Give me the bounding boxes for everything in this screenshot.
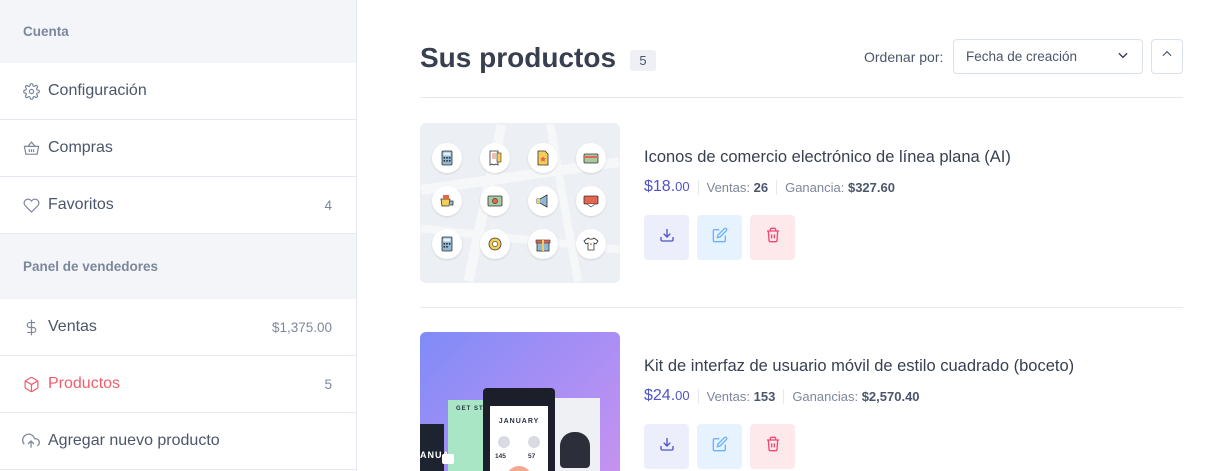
count-badge: 5 — [630, 50, 656, 71]
product-item: GET STA ANUA JANUARY 145 57 Kit de inter… — [420, 332, 1183, 471]
product-earnings: Ganancias: $2,570.40 — [783, 388, 927, 404]
download-icon — [659, 227, 675, 248]
product-title[interactable]: Iconos de comercio electrónico de línea … — [644, 148, 1011, 167]
sidebar-item-purchases[interactable]: Compras — [0, 120, 356, 177]
product-item: Iconos de comercio electrónico de línea … — [420, 123, 1183, 308]
thumb-month-text: JANUARY — [498, 418, 540, 425]
edit-icon — [712, 436, 728, 457]
sort-direction-button[interactable] — [1151, 39, 1183, 74]
chevron-down-icon — [1116, 48, 1130, 65]
sidebar-item-label: Compras — [48, 139, 113, 156]
sales-label: Ventas: — [706, 388, 750, 404]
main-content: Sus productos 5 Ordenar por: Fecha de cr… — [420, 0, 1183, 471]
sort-select-value: Fecha de creación — [966, 49, 1078, 64]
price-cents: 00 — [675, 179, 690, 194]
earnings-value: $2,570.40 — [861, 388, 920, 404]
earnings-value: $327.60 — [847, 179, 895, 195]
product-actions — [644, 424, 795, 469]
download-icon — [659, 436, 675, 457]
favorites-count: 4 — [324, 197, 332, 213]
sales-value: 153 — [753, 388, 776, 404]
price-main: $18. — [644, 178, 676, 195]
product-earnings: Ganancia: $327.60 — [776, 179, 903, 195]
account-heading: Cuenta — [0, 0, 356, 63]
earnings-label: Ganancia: — [785, 179, 845, 195]
edit-button[interactable] — [697, 424, 742, 469]
edit-button[interactable] — [697, 215, 742, 260]
price-cents: 00 — [675, 388, 690, 403]
sidebar-item-label: Favoritos — [48, 196, 114, 213]
sort-label: Ordenar por: — [864, 49, 944, 65]
price-main: $24. — [644, 387, 676, 404]
sidebar-item-sales[interactable]: Ventas $1,375.00 — [0, 299, 356, 356]
sidebar: Cuenta Configuración Compras Favoritos 4… — [0, 0, 357, 471]
package-icon — [22, 375, 40, 393]
delete-button[interactable] — [750, 215, 795, 260]
gear-icon — [22, 82, 40, 100]
sales-label: Ventas: — [706, 179, 750, 195]
earnings-label: Ganancias: — [792, 388, 859, 404]
basket-icon — [22, 139, 40, 157]
sidebar-item-label: Productos — [48, 375, 121, 392]
sidebar-item-add-product[interactable]: Agregar nuevo producto — [0, 413, 356, 470]
download-button[interactable] — [644, 215, 689, 260]
sidebar-item-label: Agregar nuevo producto — [48, 432, 220, 449]
download-button[interactable] — [644, 424, 689, 469]
sidebar-item-favorites[interactable]: Favoritos 4 — [0, 177, 356, 234]
sales-total: $1,375.00 — [271, 319, 332, 335]
seller-panel-heading: Panel de vendedores — [0, 234, 356, 299]
page-title: Sus productos — [420, 42, 617, 73]
product-meta: $18.00 Ventas: 26 Ganancia: $327.60 — [644, 178, 903, 196]
product-sales: Ventas: 26 — [697, 179, 776, 195]
dollar-icon — [22, 318, 40, 336]
sidebar-item-label: Ventas — [48, 318, 97, 335]
cloud-upload-icon — [22, 432, 40, 450]
sidebar-item-label: Configuración — [48, 82, 147, 99]
heart-icon — [22, 196, 40, 214]
trash-icon — [765, 227, 781, 248]
trash-icon — [765, 436, 781, 457]
product-sales: Ventas: 153 — [697, 388, 784, 404]
product-thumbnail[interactable] — [420, 123, 620, 283]
product-meta: $24.00 Ventas: 153 Ganancias: $2,570.40 — [644, 387, 928, 405]
sidebar-item-settings[interactable]: Configuración — [0, 63, 356, 120]
sales-value: 26 — [753, 179, 769, 195]
product-price: $24.00 — [644, 387, 698, 405]
chevron-up-icon — [1160, 47, 1174, 66]
product-title[interactable]: Kit de interfaz de usuario móvil de esti… — [644, 357, 1074, 376]
edit-icon — [712, 227, 728, 248]
product-thumbnail[interactable]: GET STA ANUA JANUARY 145 57 — [420, 332, 620, 471]
product-price: $18.00 — [644, 178, 698, 196]
sidebar-item-products[interactable]: Productos 5 — [0, 356, 356, 413]
products-header: Sus productos 5 Ordenar por: Fecha de cr… — [420, 38, 1183, 98]
thumb-stat-b: 57 — [528, 453, 536, 460]
delete-button[interactable] — [750, 424, 795, 469]
product-actions — [644, 215, 795, 260]
sort-select[interactable]: Fecha de creación — [953, 39, 1143, 74]
products-count: 5 — [324, 376, 332, 392]
thumb-stat-a: 145 — [495, 453, 506, 460]
